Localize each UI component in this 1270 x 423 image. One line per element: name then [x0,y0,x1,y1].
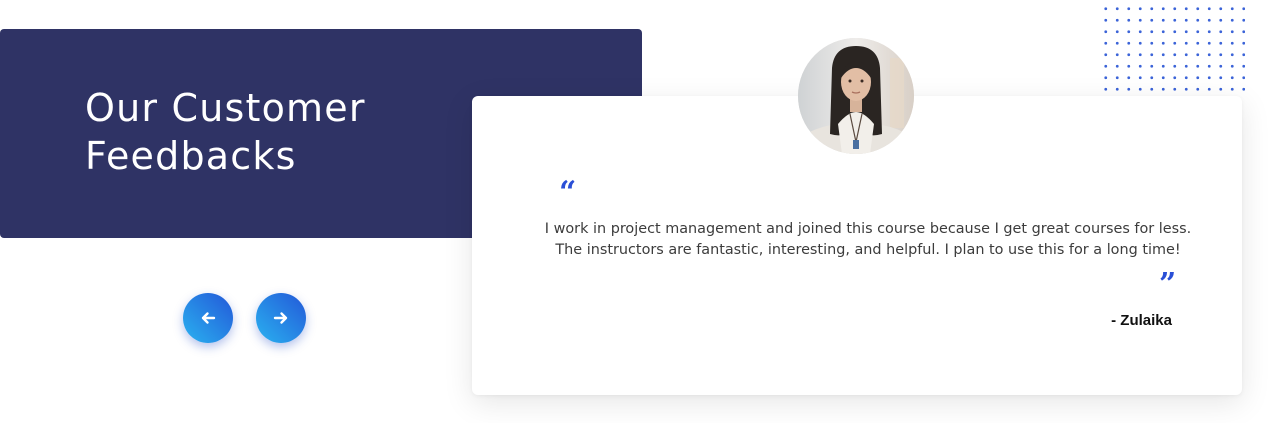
section-title: Our Customer Feedbacks [85,84,366,180]
testimonial-text-line-1: I work in project management and joined … [544,221,1192,237]
next-testimonial-button[interactable] [256,293,306,343]
testimonial-text: I work in project management and joined … [520,219,1216,261]
open-quote-icon: “ [559,175,577,210]
testimonial-author: - Zulaika [1111,312,1172,329]
testimonial-text-line-2: The instructors are fantastic, interesti… [555,242,1181,258]
arrow-left-icon [201,312,216,324]
customer-avatar-photo [798,38,914,154]
section-title-line-1: Our Customer [85,86,366,130]
close-quote-icon: ” [1159,267,1177,302]
section-title-line-2: Feedbacks [85,134,297,178]
arrow-right-icon [273,312,288,324]
customer-avatar [798,38,914,154]
previous-testimonial-button[interactable] [183,293,233,343]
decorative-dot-grid [1100,0,1245,96]
